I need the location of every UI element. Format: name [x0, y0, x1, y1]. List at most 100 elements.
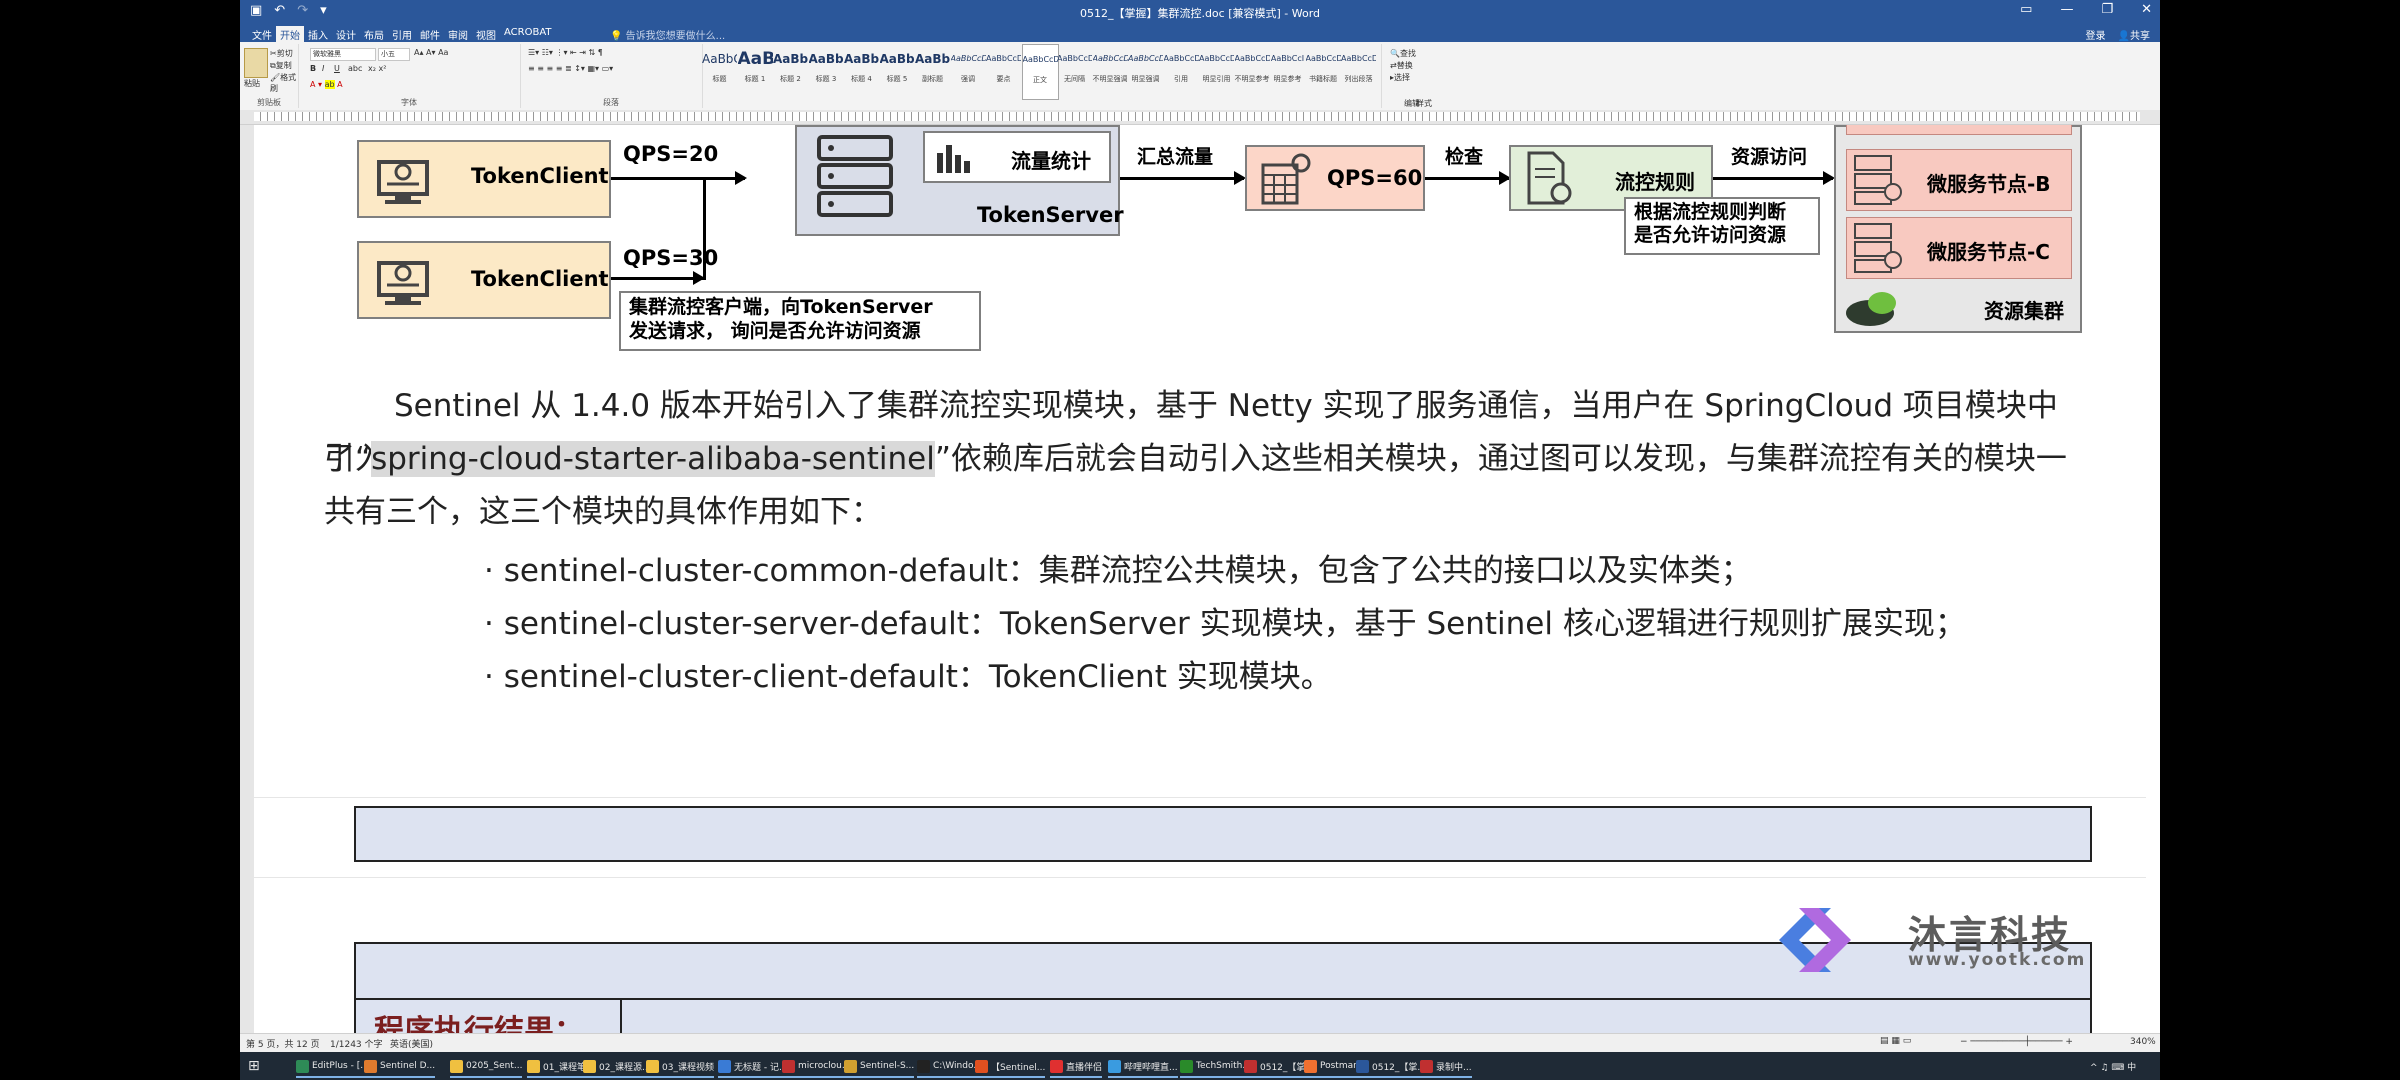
style-item[interactable]: AaBbC 副标题	[915, 44, 950, 98]
style-item[interactable]: AaBbC 标题 2	[773, 44, 808, 98]
tell-me-box[interactable]: 💡 告诉我您想要做什么...	[610, 27, 725, 42]
taskbar-app[interactable]: 【Sentinel...	[975, 1056, 1046, 1078]
taskbar-app[interactable]: 无标题 - 记...	[718, 1056, 788, 1078]
zoom-level[interactable]: 340%	[2130, 1037, 2156, 1047]
restore-button[interactable]: ❐	[2101, 2, 2113, 17]
replace-button[interactable]: ⇄替换	[1390, 60, 1413, 71]
tab-mailings[interactable]: 邮件	[416, 26, 444, 43]
minimize-button[interactable]: —	[2060, 2, 2073, 17]
grow-font-icon[interactable]: A▴ A▾ Aa	[414, 48, 448, 57]
style-item[interactable]: AaBbCcDc 明显强调	[1128, 44, 1163, 98]
bullet-server[interactable]: · sentinel-cluster-server-default：TokenS…	[484, 598, 1966, 643]
taskbar-app[interactable]: 哔哩哔哩直...	[1108, 1056, 1178, 1078]
ruler-ticks	[254, 112, 2140, 121]
style-item[interactable]: AaBbCcD 不明显参考	[1235, 44, 1270, 98]
tab-view[interactable]: 视图	[472, 26, 500, 43]
taskbar-app[interactable]: 0205_Sent...	[450, 1056, 523, 1078]
style-item[interactable]: AaBbCcDc 列出段落	[1341, 44, 1376, 98]
style-item[interactable]: AaBbCcDc 明显引用	[1199, 44, 1234, 98]
strikethrough-button[interactable]: abc	[348, 64, 362, 73]
paragraph-line-3[interactable]: 共有三个，这三个模块的具体作用如下：	[324, 486, 2084, 539]
server-gear-icon	[1854, 155, 1902, 205]
bullets-icon[interactable]: ☰▾ ☷▾ ⋮▾ ⇤ ⇥ ⇅ ¶	[528, 48, 603, 57]
system-tray[interactable]: ^ ♫ ⌨ 中	[2090, 1056, 2136, 1076]
tab-acrobat[interactable]: ACROBAT	[500, 26, 556, 39]
style-item[interactable]: AaBbCcDc 正文	[1021, 44, 1059, 100]
app-icon	[917, 1059, 930, 1073]
page-count[interactable]: 第 5 页，共 12 页	[246, 1037, 320, 1050]
style-item[interactable]: AaBbCcDt 强调	[951, 44, 986, 98]
tab-home[interactable]: 开始	[276, 26, 304, 42]
code-table-1[interactable]	[354, 806, 2092, 862]
subscript-button[interactable]: x₂ x²	[368, 64, 386, 73]
zoom-slider[interactable]: − ──────────┼────── +	[1960, 1037, 2073, 1047]
taskbar-app[interactable]: 02_课程源...	[583, 1056, 651, 1078]
style-item[interactable]: AaBbCcD 要点	[986, 44, 1021, 98]
style-item[interactable]: AaBbCcD 书籍标题	[1306, 44, 1341, 98]
font-name-box[interactable]: 微软雅黑	[310, 48, 376, 61]
taskbar-app[interactable]: EditPlus - [...	[296, 1056, 369, 1078]
select-button[interactable]: ▸选择	[1390, 72, 1410, 83]
status-bar: 第 5 页，共 12 页 1/1243 个字 英语(美国) ▤ ▦ ▭ − ──…	[240, 1033, 2160, 1052]
style-preview: AaBl	[737, 49, 773, 69]
style-item[interactable]: AaBbC 标题 5	[880, 44, 915, 98]
taskbar-app[interactable]: Sentinel D...	[364, 1056, 436, 1078]
vertical-ruler[interactable]	[240, 125, 254, 1033]
paste-label[interactable]: 粘贴	[244, 78, 260, 89]
style-item[interactable]: AaBbC 标题	[702, 44, 737, 98]
format-painter-button[interactable]: 🖌格式刷	[270, 72, 298, 94]
style-item[interactable]: AaBbCcI 明显参考	[1270, 44, 1305, 98]
taskbar-app[interactable]: C:\Windo...	[917, 1056, 982, 1078]
align-icons[interactable]: ≡ ≡ ≡ ≡ ≣ ↕▾ ▦▾ ▭▾	[528, 64, 613, 73]
calculator-icon	[1261, 153, 1311, 205]
highlighted-dependency[interactable]: spring-cloud-starter-alibaba-sentinel	[371, 441, 935, 477]
taskbar-app[interactable]: Sentinel-S...	[844, 1056, 915, 1078]
document-page[interactable]: TokenClient TokenClient QPS=20 QPS=30 集群	[254, 125, 2146, 1033]
tab-layout[interactable]: 布局	[360, 26, 388, 43]
font-color-icon[interactable]: A ▾ ab A	[310, 80, 343, 89]
paragraph-line-2[interactable]: 了“spring-cloud-starter-alibaba-sentinel”…	[324, 433, 2084, 486]
cut-button[interactable]: ✂剪切	[270, 48, 293, 59]
ribbon-display-icon[interactable]: ▭	[2020, 2, 2032, 17]
taskbar-app[interactable]: 录制中...	[1420, 1056, 1472, 1078]
italic-button[interactable]: I	[322, 64, 324, 73]
style-item[interactable]: AaBl 标题 1	[738, 44, 773, 98]
bullet-common[interactable]: · sentinel-cluster-common-default：集群流控公共…	[484, 545, 1752, 590]
sign-in-link[interactable]: 登录	[2086, 27, 2106, 42]
style-name: 标题 3	[815, 75, 837, 83]
start-button[interactable]: ⊞	[248, 1056, 260, 1076]
taskbar-app[interactable]: TechSmith...	[1180, 1056, 1251, 1078]
person-icon: 👤	[2117, 31, 2130, 42]
bold-button[interactable]: B	[310, 64, 316, 73]
style-item[interactable]: AaBbCcDc 引用	[1164, 44, 1199, 98]
underline-button[interactable]: U	[334, 64, 340, 73]
horizontal-ruler[interactable]	[240, 110, 2160, 125]
close-button[interactable]: ✕	[2141, 2, 2152, 17]
view-buttons[interactable]: ▤ ▦ ▭	[1880, 1036, 1911, 1046]
tab-insert[interactable]: 插入	[304, 26, 332, 43]
share-button[interactable]: 👤共享	[2118, 27, 2150, 42]
taskbar-app[interactable]: 直播伴侣	[1050, 1056, 1103, 1078]
token-server-label: TokenServer	[977, 203, 1124, 227]
tab-references[interactable]: 引用	[388, 26, 416, 43]
bullet-client[interactable]: · sentinel-cluster-client-default：TokenC…	[484, 651, 1332, 696]
tab-review[interactable]: 审阅	[444, 26, 472, 43]
taskbar-app[interactable]: microclou...	[782, 1056, 851, 1078]
style-item[interactable]: AaBbCcDc 不明显强调	[1093, 44, 1128, 98]
language[interactable]: 英语(美国)	[390, 1037, 433, 1050]
arrow-server-qps	[1120, 171, 1246, 185]
word-count[interactable]: 1/1243 个字	[330, 1037, 383, 1050]
style-item[interactable]: AaBbC 标题 3	[809, 44, 844, 98]
taskbar-app[interactable]: 03_课程视频	[646, 1056, 714, 1078]
find-button[interactable]: 🔍查找	[1390, 48, 1416, 59]
paste-icon[interactable]	[244, 48, 268, 78]
style-item[interactable]: AaBbCcDc 无间隔	[1057, 44, 1092, 98]
tab-design[interactable]: 设计	[332, 26, 360, 43]
copy-button[interactable]: ⧉复制	[270, 60, 292, 71]
tab-file[interactable]: 文件	[248, 26, 276, 43]
font-size-box[interactable]: 小五	[378, 48, 410, 61]
style-item[interactable]: AaBbC 标题 4	[844, 44, 879, 98]
taskbar-app[interactable]: Postman	[1304, 1056, 1359, 1078]
styles-gallery: AaBbC 标题 AaBl 标题 1 AaBbC 标题 2 AaBbC 标题 3 AaBbC 标题…	[702, 44, 1376, 100]
taskbar-app[interactable]: 0512_【掌...	[1356, 1056, 1426, 1078]
